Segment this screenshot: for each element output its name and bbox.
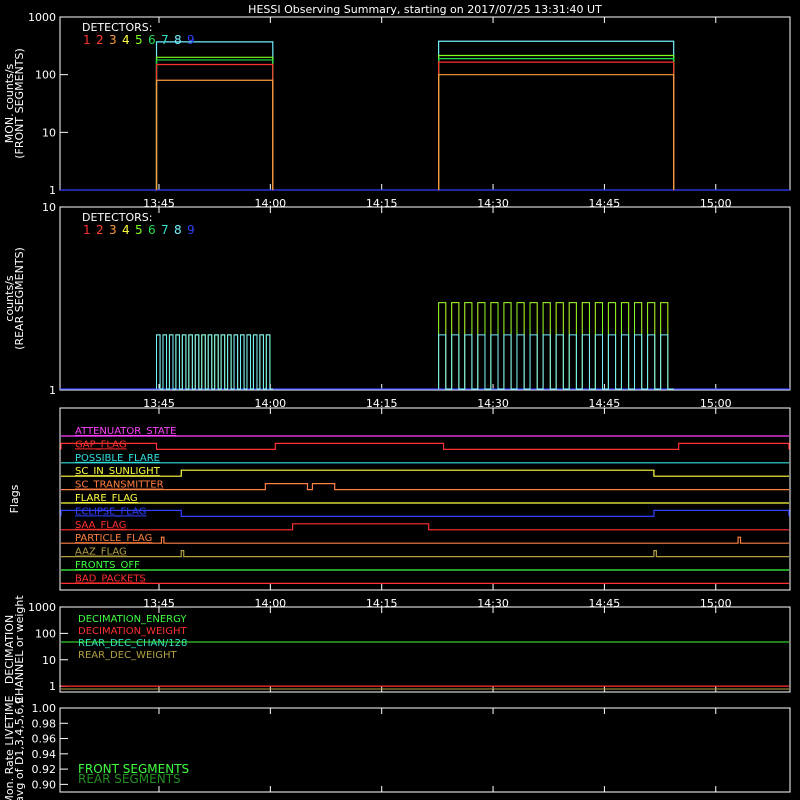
legend-entry-1: 1 [83, 33, 91, 47]
y-tick-label: 0.98 [32, 717, 57, 730]
legend-entry-9: 9 [187, 33, 195, 47]
legend-entry-2: 2 [96, 33, 104, 47]
decimation-legend-decimation-energy: DECIMATION_ENERGY [78, 614, 187, 625]
decimation-legend-rear-dec-chan-128: REAR_DEC_CHAN/128 [78, 638, 187, 649]
y-axis-label: (FRONT SEGMENTS) [13, 48, 26, 158]
y-tick-label: 1 [49, 384, 56, 397]
flag-label-bad-packets: BAD_PACKETS [75, 573, 146, 584]
legend-entry-4: 4 [122, 33, 130, 47]
y-tick-label: 1 [49, 184, 56, 197]
y-tick-label: 100 [35, 627, 56, 640]
y-axis-label: (REAR SEGMENTS) [13, 247, 26, 350]
y-tick-label: 0.92 [32, 763, 57, 776]
background [0, 0, 800, 800]
y-tick-label: 10 [42, 654, 56, 667]
y-tick-label: 10 [42, 201, 56, 214]
chart-title: HESSI Observing Summary, starting on 201… [248, 3, 602, 16]
legend-entry-6: 6 [148, 33, 156, 47]
flag-label-possible-flare: POSSIBLE_FLARE [75, 453, 160, 464]
flag-label-gap-flag: GAP_FLAG [75, 439, 127, 450]
legend-entry-6: 6 [148, 223, 156, 237]
legend-entry-3: 3 [109, 33, 117, 47]
y-tick-label: 1 [49, 680, 56, 693]
y-tick-label: 1.00 [32, 702, 57, 715]
livetime-legend-rear-segments: REAR SEGMENTS [78, 772, 181, 786]
y-tick-label: 0.94 [32, 748, 57, 761]
observing-summary-chart: HESSI Observing Summary, starting on 201… [0, 0, 800, 800]
y-tick-label: 10 [42, 126, 56, 139]
y-axis-label: avg of D1,3,4,5,6,9 [13, 697, 26, 800]
flag-label-fronts-off: FRONTS_OFF [75, 560, 140, 571]
y-tick-label: 100 [35, 69, 56, 82]
flag-label-eclipse-flag: ECLIPSE_FLAG [75, 506, 146, 517]
legend-entry-8: 8 [174, 223, 182, 237]
y-tick-label: 1000 [28, 601, 56, 614]
legend-entry-8: 8 [174, 33, 182, 47]
flag-label-flare-flag: FLARE_FLAG [75, 493, 138, 504]
y-tick-label: 0.90 [32, 778, 57, 791]
legend-entry-4: 4 [122, 223, 130, 237]
flag-label-aaz-flag: AAZ_FLAG [75, 547, 127, 558]
flag-label-saa-flag: SAA_FLAG [75, 520, 126, 531]
y-tick-label: 0.96 [32, 733, 57, 746]
legend-entry-7: 7 [161, 223, 169, 237]
legend-entry-1: 1 [83, 223, 91, 237]
legend-entry-9: 9 [187, 223, 195, 237]
flag-label-attenuator-state: ATTENUATOR_STATE [75, 426, 176, 437]
legend-entry-2: 2 [96, 223, 104, 237]
y-axis-label: CHANNEL or weight [13, 595, 26, 704]
flag-label-particle-flag: PARTICLE_FLAG [75, 533, 152, 544]
y-axis-label: Flags [8, 484, 21, 513]
legend-entry-7: 7 [161, 33, 169, 47]
flag-label-sc-transmitter: SC_TRANSMITTER [75, 480, 164, 491]
legend-entry-5: 5 [135, 33, 143, 47]
y-tick-label: 1000 [28, 11, 56, 24]
legend-entry-5: 5 [135, 223, 143, 237]
flag-label-sc-in-sunlight: SC_IN_SUNLIGHT [75, 466, 161, 477]
decimation-legend-rear-dec-weight: REAR_DEC_WEIGHT [78, 650, 177, 661]
legend-entry-3: 3 [109, 223, 117, 237]
decimation-legend-decimation-weight: DECIMATION_WEIGHT [78, 626, 187, 637]
